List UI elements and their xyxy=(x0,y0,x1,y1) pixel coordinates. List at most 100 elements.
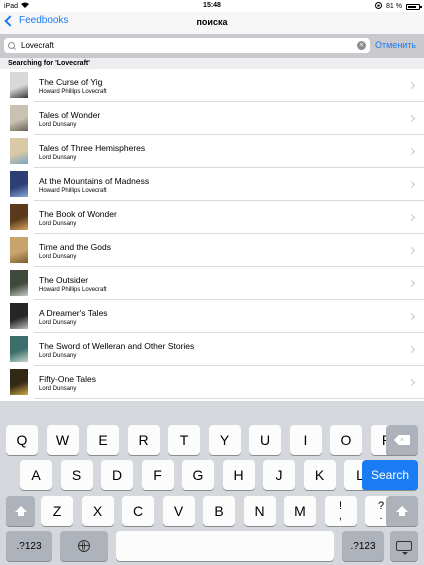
space-key[interactable] xyxy=(116,531,334,561)
status-bar: iPad 15:48 81 % xyxy=(0,0,424,12)
battery-percent: 81 % xyxy=(386,3,402,10)
key-f[interactable]: F xyxy=(141,460,174,490)
key-b-label: B xyxy=(214,503,224,519)
key-c[interactable]: C xyxy=(122,496,154,526)
book-title: Time and the Gods xyxy=(39,242,111,252)
dismiss-keyboard-key[interactable] xyxy=(390,531,418,561)
book-cover xyxy=(10,336,28,362)
book-title: Tales of Wonder xyxy=(39,110,101,120)
key-b[interactable]: B xyxy=(203,496,235,526)
key-e[interactable]: E xyxy=(87,425,119,455)
keyboard-dismiss-icon xyxy=(396,541,412,555)
clear-icon[interactable]: × xyxy=(357,41,366,50)
key-i-label: I xyxy=(303,432,308,448)
key-d-label: D xyxy=(111,467,123,483)
numbers-key-right-label: .?123 xyxy=(350,540,376,552)
list-item[interactable]: Time and the Gods Lord Dunsany xyxy=(0,234,424,267)
key-q[interactable]: Q xyxy=(6,425,38,455)
search-input[interactable] xyxy=(21,41,341,50)
backspace-icon: × xyxy=(394,435,410,445)
key-i[interactable]: I xyxy=(289,425,322,455)
book-title: At the Mountains of Madness xyxy=(39,176,150,186)
key-u[interactable]: U xyxy=(249,425,281,455)
book-author: Lord Dunsany xyxy=(39,122,77,128)
key-q-label: Q xyxy=(16,432,28,448)
key-w[interactable]: W xyxy=(46,425,79,455)
key-g[interactable]: G xyxy=(182,460,214,490)
book-author: Lord Dunsany xyxy=(39,320,77,326)
key-a[interactable]: A xyxy=(20,460,52,490)
book-title: A Dreamer's Tales xyxy=(39,308,108,318)
backspace-key[interactable]: × xyxy=(386,425,418,455)
key-y[interactable]: Y xyxy=(208,425,241,455)
key-s-label: S xyxy=(71,467,82,483)
numbers-key-left-label: .?123 xyxy=(16,540,42,552)
key-y-label: Y xyxy=(219,432,230,448)
key-f-label: F xyxy=(153,467,162,483)
key-k[interactable]: K xyxy=(303,460,336,490)
key-u-label: U xyxy=(259,432,271,448)
list-item[interactable]: The Book of Wonder Lord Dunsany xyxy=(0,201,424,234)
chevron-right-icon xyxy=(407,312,416,321)
key-t[interactable]: T xyxy=(168,425,200,455)
book-title: The Book of Wonder xyxy=(39,209,117,219)
search-key[interactable]: Search xyxy=(362,460,418,490)
book-author: Lord Dunsany xyxy=(39,353,77,359)
shift-key-right[interactable] xyxy=(386,496,418,526)
key-x-label: X xyxy=(92,503,103,519)
key-v[interactable]: V xyxy=(162,496,195,526)
key-z[interactable]: Z xyxy=(41,496,73,526)
key-exclamation-comma[interactable]: !, xyxy=(324,496,357,526)
book-author: Lord Dunsany xyxy=(39,155,77,161)
book-cover xyxy=(10,105,28,131)
chevron-right-icon xyxy=(407,345,416,354)
list-item[interactable]: Tales of Wonder Lord Dunsany xyxy=(0,102,424,135)
key-n[interactable]: N xyxy=(243,496,276,526)
book-cover xyxy=(10,369,28,395)
list-item[interactable]: Tales of Three Hemispheres Lord Dunsany xyxy=(0,135,424,168)
key-w-label: W xyxy=(55,432,70,448)
book-cover xyxy=(10,72,28,98)
search-key-label: Search xyxy=(370,468,410,482)
key-o-label: O xyxy=(340,432,352,448)
book-cover xyxy=(10,303,28,329)
search-field[interactable]: × xyxy=(4,38,370,53)
shift-key-left[interactable] xyxy=(6,496,35,526)
list-item[interactable]: A Dreamer's Tales Lord Dunsany xyxy=(0,300,424,333)
key-r[interactable]: R xyxy=(127,425,160,455)
book-cover xyxy=(10,270,28,296)
key-h[interactable]: H xyxy=(222,460,255,490)
key-j[interactable]: J xyxy=(263,460,295,490)
section-header-label: Searching for 'Lovecraft' xyxy=(8,60,90,67)
battery-icon xyxy=(406,3,422,10)
key-x[interactable]: X xyxy=(81,496,114,526)
rotation-lock-icon xyxy=(375,2,383,11)
status-time: 15:48 xyxy=(203,2,221,9)
book-title: The Sword of Welleran and Other Stories xyxy=(39,341,195,351)
list-item[interactable]: The Sword of Welleran and Other Stories L… xyxy=(0,333,424,366)
list-item[interactable]: Fifty-One Tales Lord Dunsany xyxy=(0,366,424,399)
cancel-button[interactable]: Отменить xyxy=(375,40,416,50)
list-item[interactable]: At the Mountains of Madness Howard Philli… xyxy=(0,168,424,201)
chevron-right-icon xyxy=(407,114,416,123)
search-bar: × Отменить xyxy=(0,34,424,58)
key-s[interactable]: S xyxy=(60,460,93,490)
key-o[interactable]: O xyxy=(330,425,362,455)
key-comma-label: , xyxy=(338,510,343,522)
chevron-right-icon xyxy=(407,213,416,222)
book-cover xyxy=(10,171,28,197)
key-v-label: V xyxy=(173,503,184,519)
results-list[interactable]: The Curse of Yig Howard Phillips Lovecraf… xyxy=(0,69,424,404)
list-item[interactable]: The Outsider Howard Phillips Lovecraft xyxy=(0,267,424,300)
globe-key[interactable] xyxy=(60,531,108,561)
numbers-key-left[interactable]: .?123 xyxy=(6,531,52,561)
key-d[interactable]: D xyxy=(101,460,133,490)
list-item[interactable]: The Curse of Yig Howard Phillips Lovecraf… xyxy=(0,69,424,102)
key-m[interactable]: M xyxy=(284,496,316,526)
book-title: Tales of Three Hemispheres xyxy=(39,143,146,153)
numbers-key-right[interactable]: .?123 xyxy=(342,531,384,561)
chevron-right-icon xyxy=(407,246,416,255)
book-author: Howard Phillips Lovecraft xyxy=(39,287,107,293)
book-cover xyxy=(10,237,28,263)
key-z-label: Z xyxy=(52,503,62,519)
